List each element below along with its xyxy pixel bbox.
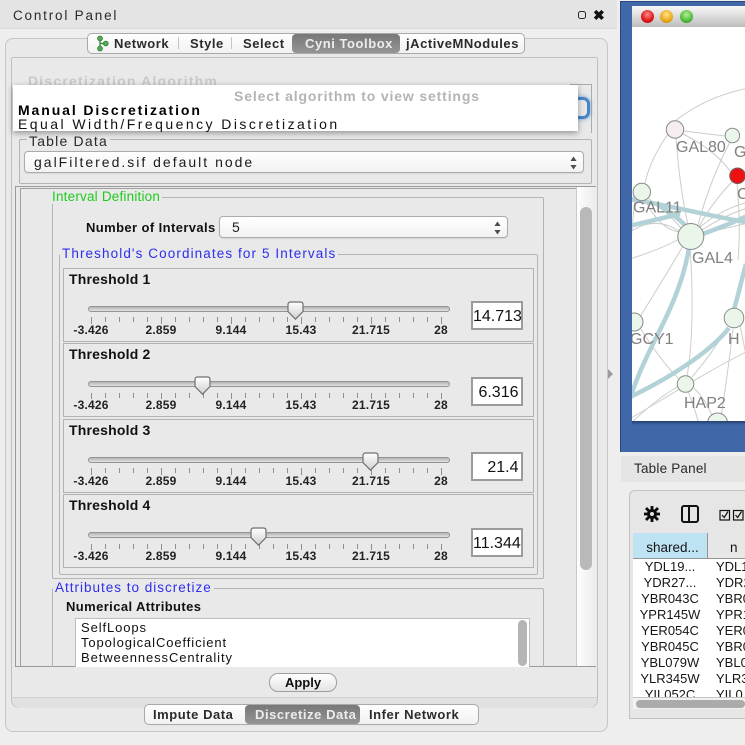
- svg-text:GAL11: GAL11: [633, 200, 682, 217]
- svg-text:GA: GA: [734, 144, 745, 161]
- svg-text:H: H: [728, 331, 740, 348]
- svg-text:GCY1: GCY1: [632, 331, 674, 348]
- svg-text:C: C: [737, 186, 745, 203]
- svg-text:GAL4: GAL4: [692, 250, 733, 267]
- svg-text:GAL80: GAL80: [676, 139, 726, 156]
- svg-text:HAP2: HAP2: [684, 395, 726, 412]
